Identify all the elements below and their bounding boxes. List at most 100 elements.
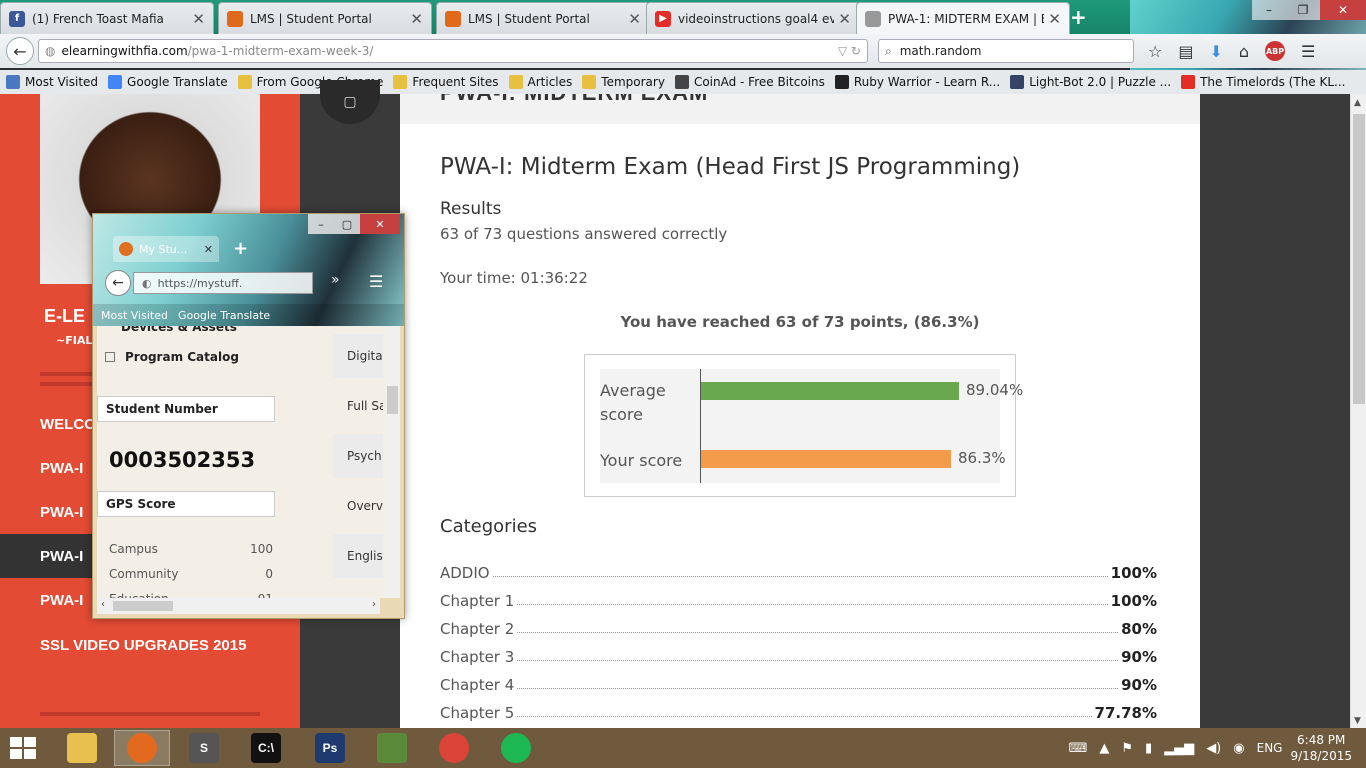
course-link[interactable]: Digital xyxy=(333,334,383,378)
bookmark-item[interactable]: Most Visited xyxy=(6,75,98,89)
bookmark-item[interactable]: The Timelords (The KL... xyxy=(1181,75,1346,89)
devices-assets-link[interactable]: Devices & Assets xyxy=(121,326,237,334)
chart-category-label: Average score xyxy=(600,381,666,424)
taskbar-app[interactable] xyxy=(114,730,170,766)
bookmark-item[interactable]: Light-Bot 2.0 | Puzzle ... xyxy=(1010,75,1171,89)
address-bar[interactable]: ◍ elearningwithfia.com /pwa-1-midterm-ex… xyxy=(38,39,868,63)
search-input[interactable]: ⌕ math.random xyxy=(878,39,1134,63)
close-icon[interactable]: ✕ xyxy=(628,10,641,28)
maximize-button[interactable]: ❐ xyxy=(1286,0,1320,20)
bookmark-item[interactable]: Articles xyxy=(508,75,572,89)
mini-new-tab-button[interactable]: + xyxy=(233,238,248,259)
chevron-up-icon[interactable]: ▲ xyxy=(1099,741,1109,756)
network-icon[interactable]: ◉ xyxy=(1233,741,1244,756)
site-subtitle: ~FIAL xyxy=(56,334,93,347)
bookmark-star-icon[interactable]: ☆ xyxy=(1148,42,1162,61)
taskbar-app[interactable] xyxy=(488,730,544,766)
reload-icon[interactable]: ▽ ↻ xyxy=(838,44,861,58)
mini-minimize-button[interactable]: – xyxy=(308,214,334,234)
close-icon[interactable]: ✕ xyxy=(1048,10,1061,28)
firefox-icon xyxy=(127,733,157,763)
bookmark-item[interactable]: Frequent Sites xyxy=(393,75,499,89)
bookmark-icon xyxy=(1181,75,1196,89)
home-icon[interactable]: ⌂ xyxy=(1239,42,1249,61)
gps-score-label: GPS Score xyxy=(97,491,275,517)
mini-tab[interactable]: My Stu... ✕ xyxy=(113,236,219,262)
volume-icon[interactable]: ◀) xyxy=(1206,741,1221,756)
right-gutter xyxy=(1200,94,1350,728)
close-window-button[interactable]: ✕ xyxy=(1320,0,1366,20)
tab-label: LMS | Student Portal xyxy=(250,11,372,26)
mini-close-button[interactable]: ✕ xyxy=(360,214,400,234)
bookmark-item[interactable]: Ruby Warrior - Learn R... xyxy=(834,75,1000,89)
program-catalog-link[interactable]: Program Catalog xyxy=(105,350,239,364)
course-link[interactable]: Englis xyxy=(333,534,383,578)
adblock-icon[interactable]: ABP xyxy=(1265,41,1286,61)
close-icon[interactable]: ✕ xyxy=(838,10,851,28)
url-path: /pwa-1-midterm-exam-week-3/ xyxy=(187,44,374,58)
mini-bookmarks-toolbar: Most Visited Google Translate xyxy=(93,304,404,326)
course-link[interactable]: Psych xyxy=(333,434,383,478)
close-icon[interactable]: ✕ xyxy=(204,243,213,256)
page-scrollbar[interactable]: ▲ ▼ xyxy=(1350,94,1366,728)
taskbar-app[interactable]: Ps xyxy=(302,730,358,766)
flag-icon[interactable]: ⚑ xyxy=(1121,741,1133,756)
taskbar-app[interactable]: C:\ xyxy=(238,730,294,766)
menu-icon[interactable]: ☰ xyxy=(1301,42,1315,61)
tab-label: PWA-1: MIDTERM EXAM | E-L... xyxy=(888,11,1044,26)
score-chart: Average score 89.04% Your score 86.3% xyxy=(584,354,1023,497)
window-controls: – ❐ ✕ xyxy=(1252,0,1366,20)
back-button[interactable]: ← xyxy=(6,37,34,65)
new-tab-button[interactable]: + xyxy=(1070,5,1087,29)
clock[interactable]: 6:48 PM 9/18/2015 xyxy=(1290,732,1352,764)
course-link[interactable]: Full Sa xyxy=(333,384,383,428)
tab-5[interactable]: PWA-1: MIDTERM EXAM | E-L... ✕ xyxy=(856,2,1070,34)
minimize-button[interactable]: – xyxy=(1252,0,1286,20)
download-icon[interactable]: ⬇ xyxy=(1209,42,1222,61)
start-button[interactable] xyxy=(10,737,38,759)
dot-leader xyxy=(517,632,1119,633)
language-indicator[interactable]: ENG xyxy=(1257,741,1283,755)
spotify-icon xyxy=(501,733,531,763)
mini-address-bar[interactable]: ◐ https://mystuff. xyxy=(133,272,313,294)
bookmark-label: The Timelords (The KL... xyxy=(1200,75,1346,89)
bookmark-item[interactable]: CoinAd - Free Bitcoins xyxy=(674,75,825,89)
tab-3[interactable]: LMS | Student Portal ✕ xyxy=(436,2,650,34)
category-name: Chapter 1 xyxy=(440,592,515,610)
bookmark-icon xyxy=(1010,75,1025,89)
course-link[interactable]: Overvi xyxy=(333,484,383,528)
gps-score-row: Community 0 xyxy=(109,567,273,581)
overflow-chevron-icon[interactable]: » xyxy=(331,272,340,288)
taskbar-app[interactable]: S xyxy=(176,730,232,766)
bookmark-item[interactable]: Google Translate xyxy=(108,75,228,89)
taskbar-app[interactable] xyxy=(364,730,420,766)
keyboard-icon[interactable]: ⌨ xyxy=(1069,741,1088,756)
bookmark-icon xyxy=(6,75,20,89)
tab-1[interactable]: f (1) French Toast Mafia ✕ xyxy=(0,2,214,34)
close-icon[interactable]: ✕ xyxy=(410,10,423,28)
bookmark-item[interactable]: Temporary xyxy=(582,75,665,89)
mini-horizontal-scrollbar[interactable]: ‹ › xyxy=(97,598,380,614)
mini-bookmark-item[interactable]: Google Translate xyxy=(178,309,270,322)
reader-icon[interactable]: ▤ xyxy=(1178,42,1193,61)
mini-vertical-scrollbar[interactable] xyxy=(385,326,400,598)
bookmark-icon xyxy=(108,75,123,89)
mini-back-button[interactable]: ← xyxy=(105,270,131,296)
mini-bookmark-item[interactable]: Most Visited xyxy=(101,309,168,322)
bookmark-label: Frequent Sites xyxy=(412,75,499,89)
close-icon[interactable]: ✕ xyxy=(192,10,205,28)
tab-4[interactable]: ▶ videoinstructions goal4 ev... ✕ xyxy=(646,2,860,34)
search-value: math.random xyxy=(899,44,982,58)
category-row: Chapter 1 100% xyxy=(440,586,1157,610)
taskbar-app[interactable] xyxy=(426,730,482,766)
signal-icon[interactable]: ▂▄▆ xyxy=(1164,741,1194,756)
battery-icon[interactable]: ▮ xyxy=(1145,741,1152,756)
mini-menu-icon[interactable]: ☰ xyxy=(369,272,383,291)
tab-label: videoinstructions goal4 ev... xyxy=(678,11,835,26)
sidebar-item-ssl-video[interactable]: SSL VIDEO UPGRADES 2015 xyxy=(40,634,250,658)
mini-maximize-button[interactable]: ▢ xyxy=(334,214,360,234)
taskbar-app[interactable] xyxy=(54,730,110,766)
bookmark-icon xyxy=(582,75,597,89)
main-content: PWA-I: MIDTERM EXAM PWA-I: Midterm Exam … xyxy=(400,94,1200,728)
tab-2[interactable]: LMS | Student Portal ✕ xyxy=(218,2,432,34)
